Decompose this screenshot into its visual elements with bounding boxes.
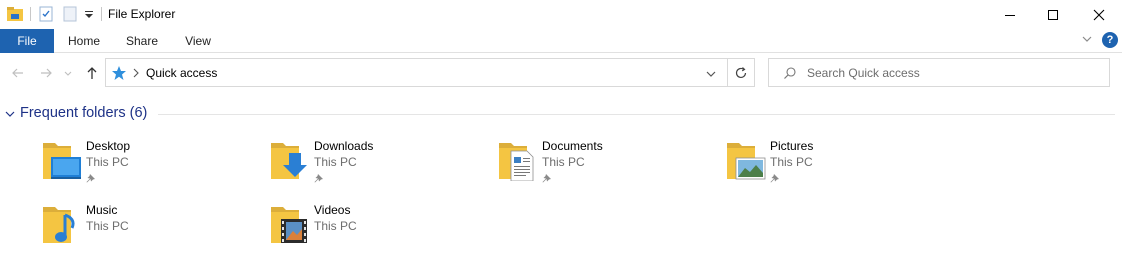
tab-share[interactable]: Share [116,29,168,53]
quick-access-star-icon [111,65,127,81]
search-input[interactable] [807,65,1097,81]
maximize-icon [1048,9,1058,20]
minimize-icon [1005,14,1015,16]
pin-icon[interactable] [542,172,552,183]
breadcrumb-quick-access[interactable]: Quick access [146,66,217,80]
group-divider [158,114,1115,115]
navigation-bar: Quick access [0,56,1122,90]
title-bar: File Explorer [0,0,1122,29]
folder-name: Music [86,203,118,217]
folder-name: Desktop [86,139,131,153]
forward-arrow-icon [41,68,52,78]
folder-tile-pictures[interactable]: Pictures This PC [725,139,945,187]
close-icon [1093,9,1105,20]
pin-icon[interactable] [770,172,780,183]
properties-icon[interactable] [37,5,55,23]
recent-locations-button[interactable] [62,64,74,82]
pictures-folder-icon [725,139,767,181]
group-title[interactable]: Frequent folders (6) [20,105,147,121]
documents-folder-icon [497,139,539,182]
maximize-button[interactable] [1030,0,1076,29]
frequent-folders-group-header[interactable]: Frequent folders (6) [0,104,1122,124]
refresh-icon [735,66,747,78]
collapse-chevron-icon[interactable] [4,108,16,120]
tab-home[interactable]: Home [58,29,110,53]
tab-view[interactable]: View [172,29,224,53]
folder-name: Documents [542,139,603,153]
music-folder-icon [41,203,83,245]
folder-location: This PC [86,219,129,233]
folder-name: Videos [314,203,351,217]
folder-tile-documents[interactable]: Documents This PC [497,139,717,187]
desktop-folder-icon [41,139,83,181]
tab-file[interactable]: File [0,29,54,53]
back-button[interactable] [9,64,27,82]
search-box[interactable] [768,58,1110,87]
minimize-button[interactable] [987,0,1033,29]
window-title: File Explorer [108,7,176,21]
toolbar-separator [101,7,102,21]
address-bar[interactable]: Quick access [105,58,728,87]
refresh-button[interactable] [727,58,755,87]
pin-icon[interactable] [86,172,96,183]
new-folder-icon[interactable] [61,5,79,23]
folder-name: Pictures [770,139,814,153]
ribbon-right-controls: ? [1080,32,1118,48]
folder-tile-music[interactable]: Music This PC [41,203,261,251]
folder-location: This PC [86,155,129,169]
downloads-folder-icon [269,139,311,181]
folder-tile-downloads[interactable]: Downloads This PC [269,139,489,187]
pin-icon[interactable] [314,172,324,183]
folder-location: This PC [314,219,357,233]
videos-folder-icon [269,203,311,245]
folder-name: Downloads [314,139,374,153]
address-history-dropdown-icon[interactable] [704,67,718,81]
toolbar-separator [30,7,31,21]
quick-access-toolbar [6,5,108,23]
folder-location: This PC [542,155,585,169]
search-icon [783,66,797,80]
forward-button[interactable] [37,64,55,82]
up-arrow-icon [87,67,97,79]
help-icon-glyph: ? [1106,34,1114,46]
close-button[interactable] [1076,0,1122,29]
chevron-down-icon [64,71,72,76]
ribbon-tabs: File Home Share View ? [0,29,1122,53]
up-button[interactable] [83,64,101,82]
folder-tile-videos[interactable]: Videos This PC [269,203,489,251]
help-button[interactable]: ? [1102,32,1118,48]
folder-location: This PC [770,155,813,169]
expand-ribbon-chevron-icon[interactable] [1080,32,1098,48]
folder-location: This PC [314,155,357,169]
back-arrow-icon [12,68,23,78]
folder-tile-desktop[interactable]: Desktop This PC [41,139,261,187]
file-explorer-app-icon[interactable] [6,5,24,23]
breadcrumb-chevron-icon[interactable] [132,67,140,79]
customize-toolbar-dropdown-icon[interactable] [83,5,95,23]
